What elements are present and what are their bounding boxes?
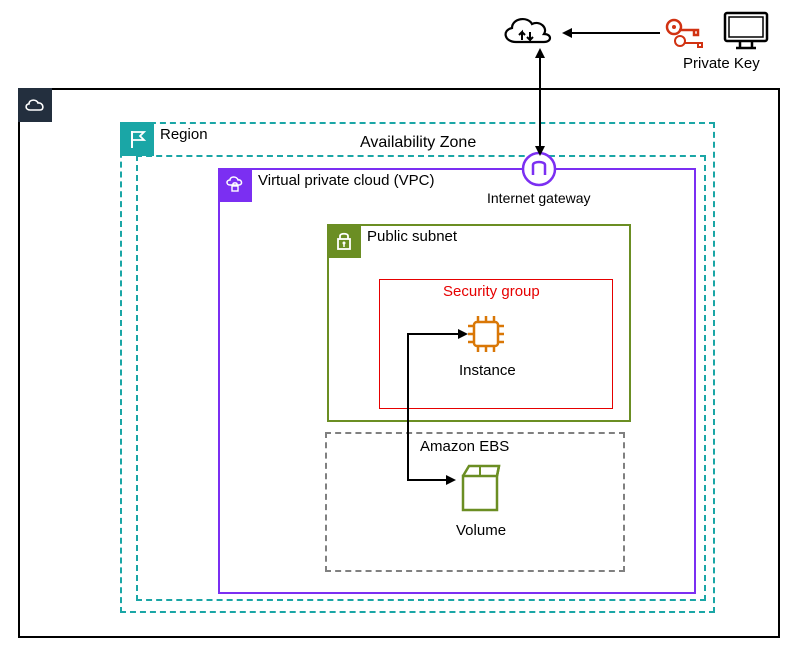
- internet-gateway-label: Internet gateway: [487, 190, 591, 206]
- vpc-label: Virtual private cloud (VPC): [258, 172, 434, 189]
- public-subnet-label: Public subnet: [367, 228, 457, 245]
- public-subnet-icon: [327, 224, 361, 258]
- vpc-icon: [218, 168, 252, 202]
- monitor-icon: [722, 10, 770, 52]
- private-key-label: Private Key: [683, 55, 760, 72]
- cloud-icon: [496, 10, 556, 52]
- key-icon: [662, 15, 708, 51]
- arrow-cloud-gateway: [533, 48, 547, 156]
- aws-cloud-icon: [18, 88, 52, 122]
- security-group-label: Security group: [443, 283, 540, 300]
- volume-label: Volume: [456, 522, 506, 539]
- arrow-key-to-cloud: [560, 26, 664, 40]
- arrow-instance-volume: [400, 328, 470, 498]
- region-label: Region: [160, 126, 208, 143]
- region-flag-icon: [120, 122, 154, 156]
- availability-zone-label: Availability Zone: [360, 134, 476, 152]
- diagram-canvas: Private Key Region Availability Zone V: [0, 0, 800, 649]
